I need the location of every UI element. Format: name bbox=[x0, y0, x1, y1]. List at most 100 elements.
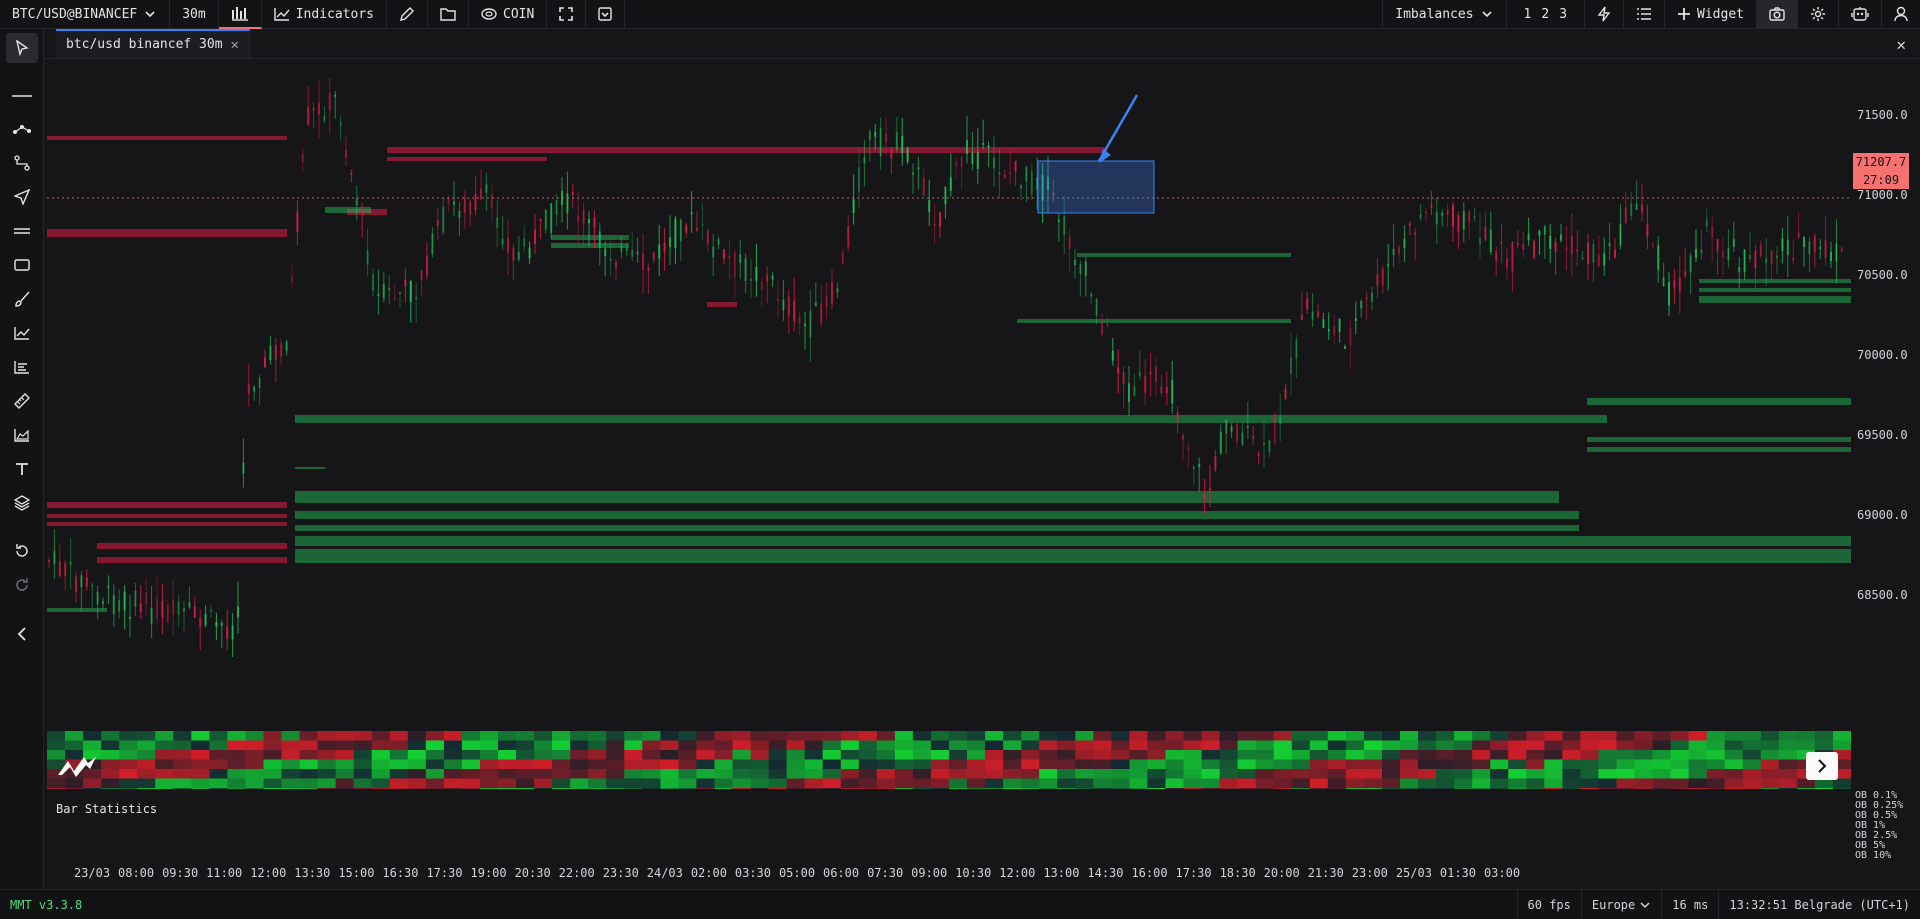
candle-body bbox=[1792, 258, 1795, 261]
sell-level bbox=[47, 229, 287, 237]
settings-button[interactable] bbox=[1797, 0, 1838, 29]
candle-body bbox=[291, 276, 293, 282]
widget-button[interactable]: Widget bbox=[1664, 0, 1756, 29]
heatmap-cell bbox=[1165, 740, 1185, 751]
price-chart[interactable] bbox=[47, 59, 1851, 789]
candle-body bbox=[156, 598, 158, 619]
bot-button[interactable] bbox=[1838, 0, 1881, 29]
time-axis[interactable]: 23/03 08:00 09:30 11:00 12:00 13:30 15:00 16:30… bbox=[47, 862, 1851, 886]
heatmap-cell bbox=[1508, 750, 1527, 760]
sell-level bbox=[47, 136, 287, 140]
coin-label: COIN bbox=[503, 6, 535, 22]
horizontal-line-tool[interactable] bbox=[6, 81, 38, 111]
fullscreen-button[interactable] bbox=[547, 0, 587, 29]
heatmap-cell bbox=[534, 759, 553, 770]
indicators-button[interactable]: Indicators bbox=[262, 0, 387, 29]
region-selector[interactable]: Europe bbox=[1580, 889, 1661, 919]
heatmap-cell bbox=[1129, 759, 1148, 770]
heatmap-cell bbox=[1418, 750, 1437, 760]
candle-body bbox=[220, 622, 223, 627]
parallel-lines-tool[interactable] bbox=[6, 216, 38, 246]
cursor-tool[interactable] bbox=[6, 33, 38, 63]
imbalances-selector[interactable]: Imbalances bbox=[1382, 0, 1505, 29]
chart-type-button[interactable] bbox=[218, 0, 262, 29]
rectangle-tool[interactable] bbox=[6, 250, 38, 280]
ruler-tool[interactable] bbox=[6, 386, 38, 416]
preset-2-button[interactable]: 2 bbox=[1536, 7, 1554, 22]
candle-body bbox=[949, 177, 952, 191]
heatmap-cell bbox=[1490, 740, 1509, 751]
collapse-sidebar-button[interactable] bbox=[6, 619, 38, 649]
layers-tool[interactable] bbox=[6, 488, 38, 518]
path-tool[interactable] bbox=[6, 148, 38, 178]
undo-button[interactable] bbox=[6, 536, 38, 566]
bars-tool[interactable] bbox=[6, 352, 38, 382]
line-chart-tool[interactable] bbox=[6, 318, 38, 348]
heatmap-cell bbox=[1670, 740, 1690, 751]
heatmap-cell bbox=[985, 740, 1004, 751]
toolbar-right: Imbalances 1 2 3 Widget bbox=[1382, 0, 1920, 29]
folder-button[interactable] bbox=[428, 0, 469, 29]
heatmap-cell bbox=[1237, 759, 1257, 770]
candle-body bbox=[712, 246, 715, 258]
heatmap-cell bbox=[1039, 740, 1058, 751]
send-tool[interactable] bbox=[6, 182, 38, 212]
candle-body bbox=[64, 563, 67, 577]
text-tool[interactable] bbox=[6, 454, 38, 484]
heatmap-cell bbox=[786, 788, 806, 789]
heatmap-cell bbox=[371, 731, 391, 741]
heatmap-cell bbox=[534, 731, 553, 741]
brush-tool[interactable] bbox=[6, 284, 38, 314]
robot-icon bbox=[1851, 7, 1869, 21]
candle-body bbox=[199, 618, 202, 627]
heatmap-cell bbox=[1021, 750, 1040, 760]
symbol-selector[interactable]: BTC/USD@BINANCEF bbox=[0, 0, 171, 29]
candle-body bbox=[1138, 372, 1141, 377]
draw-button[interactable] bbox=[387, 0, 428, 29]
close-panel-icon[interactable]: ✕ bbox=[1896, 35, 1906, 54]
close-icon[interactable]: ✕ bbox=[231, 37, 239, 53]
candle-body bbox=[134, 591, 137, 607]
list-button[interactable] bbox=[1623, 0, 1664, 29]
alerts-button[interactable] bbox=[1584, 0, 1623, 29]
price-axis[interactable]: 71500.0 71000.0 70500.0 70000.0 69500.0 … bbox=[1851, 59, 1920, 789]
path-icon bbox=[14, 155, 30, 171]
preset-1-button[interactable]: 1 bbox=[1519, 7, 1537, 22]
candle-body bbox=[1695, 248, 1697, 258]
chart-tab[interactable]: btc/usd binancef 30m ✕ bbox=[56, 29, 250, 58]
heatmap-cell bbox=[1562, 778, 1581, 789]
heatmap-cell bbox=[1616, 788, 1636, 789]
heatmap-cell bbox=[949, 769, 968, 779]
heatmap-cell bbox=[389, 740, 409, 751]
heatmap-cell bbox=[1400, 750, 1419, 760]
screenshot-dropdown-button[interactable] bbox=[586, 0, 626, 29]
camera-button[interactable] bbox=[1756, 0, 1797, 29]
chart-canvas[interactable] bbox=[47, 59, 1851, 789]
heatmap-cell bbox=[858, 731, 878, 741]
heatmap-cell bbox=[1201, 759, 1221, 770]
heatmap-cell bbox=[1526, 740, 1545, 751]
candle-body bbox=[296, 211, 299, 232]
candle-body bbox=[696, 228, 698, 231]
candle-body bbox=[944, 186, 947, 205]
coin-button[interactable]: COIN bbox=[469, 0, 548, 29]
candle-body bbox=[264, 357, 266, 368]
timeframe-button[interactable]: 30m bbox=[170, 0, 219, 29]
heatmap-cell bbox=[1093, 788, 1112, 789]
heatmap-cell bbox=[1129, 750, 1148, 760]
heatmap-cell bbox=[1327, 788, 1347, 789]
preset-3-button[interactable]: 3 bbox=[1554, 7, 1572, 22]
time-tick: 12:00 bbox=[999, 866, 1036, 880]
heatmap-cell bbox=[498, 778, 517, 789]
current-price-tag: 71207.7 bbox=[1853, 153, 1909, 171]
heatmap-cell bbox=[1255, 788, 1275, 789]
scroll-to-latest-button[interactable] bbox=[1806, 752, 1838, 780]
heatmap-cell bbox=[1670, 788, 1690, 789]
chart-tab-label: btc/usd binancef 30m bbox=[66, 37, 223, 52]
heatmap-cell bbox=[678, 731, 697, 741]
candle-body bbox=[301, 153, 304, 163]
redo-button[interactable] bbox=[6, 570, 38, 600]
account-button[interactable] bbox=[1881, 0, 1920, 29]
nodes-tool[interactable] bbox=[6, 114, 38, 144]
area-chart-tool[interactable] bbox=[6, 420, 38, 450]
